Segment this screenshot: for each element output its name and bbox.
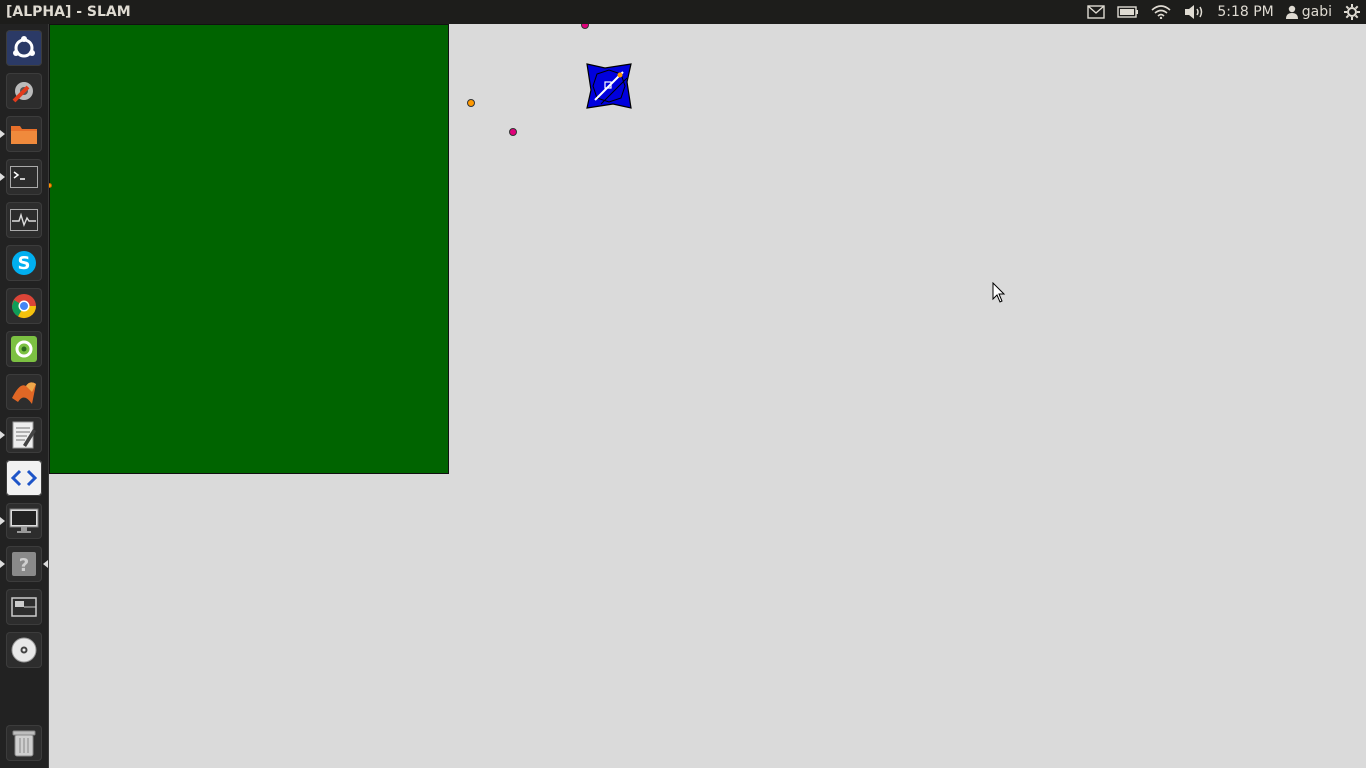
launcher-optical-drive[interactable]: [6, 632, 42, 668]
launcher-running-indicator: [0, 431, 5, 439]
svg-text:S: S: [18, 253, 31, 274]
svg-text:?: ?: [19, 555, 29, 576]
user-name: gabi: [1301, 4, 1332, 20]
clock[interactable]: 5:18 PM: [1211, 0, 1279, 24]
wifi-icon[interactable]: [1145, 0, 1177, 24]
launcher-text-editor[interactable]: [6, 417, 42, 453]
launcher-running-indicator: [0, 560, 5, 568]
launcher-workspace-switcher[interactable]: [6, 589, 42, 625]
battery-icon[interactable]: [1111, 0, 1145, 24]
question-mark-icon: ?: [12, 552, 36, 576]
clock-text: 5:18 PM: [1217, 4, 1274, 20]
disc-icon: [11, 637, 37, 663]
launcher-system-monitor[interactable]: [6, 202, 42, 238]
top-panel: [ALPHA] - SLAM 5:18 PM gabi: [0, 0, 1366, 24]
activity-monitor-icon: [10, 209, 38, 231]
launcher-running-indicator: [0, 517, 5, 525]
launcher-skype[interactable]: S: [6, 245, 42, 281]
launcher-dash-home[interactable]: [6, 30, 42, 66]
user-icon: [1285, 5, 1298, 19]
launcher-code-editor[interactable]: [6, 460, 42, 496]
monitor-icon: [9, 508, 39, 533]
system-tray: 5:18 PM gabi: [1081, 0, 1366, 24]
launcher-app-green[interactable]: [6, 331, 42, 367]
launcher-chrome[interactable]: [6, 288, 42, 324]
volume-icon[interactable]: [1177, 0, 1211, 24]
power-gear-icon[interactable]: [1336, 0, 1366, 24]
launcher-trash[interactable]: [6, 725, 42, 761]
launcher-system-settings[interactable]: [6, 73, 42, 109]
launcher-matlab[interactable]: [6, 374, 42, 410]
skype-icon: S: [12, 251, 36, 275]
mouse-cursor-icon: [992, 282, 1006, 303]
folder-icon: [11, 126, 37, 144]
robot-icon: [586, 63, 632, 109]
chrome-icon: [11, 294, 36, 319]
landmark-marker: [509, 128, 517, 136]
user-menu[interactable]: gabi: [1280, 0, 1336, 24]
code-brackets-icon: [10, 469, 38, 487]
settings-wrench-icon: [12, 82, 33, 103]
launcher-display[interactable]: [6, 503, 42, 539]
green-app-icon: [11, 336, 37, 362]
workspace-icon: [11, 597, 37, 617]
launcher-focus-indicator: [43, 560, 48, 568]
window-title: [ALPHA] - SLAM: [6, 4, 131, 20]
launcher: S ?: [0, 24, 49, 768]
slam-canvas[interactable]: [49, 24, 1366, 768]
launcher-files[interactable]: [6, 116, 42, 152]
map-panel[interactable]: [49, 24, 449, 474]
ubuntu-logo-icon: [13, 36, 35, 58]
terminal-icon: [10, 166, 38, 188]
launcher-unknown-app[interactable]: ?: [6, 546, 42, 582]
text-editor-icon: [12, 421, 36, 449]
launcher-terminal[interactable]: [6, 159, 42, 195]
mail-icon[interactable]: [1081, 0, 1111, 24]
landmark-marker: [581, 24, 589, 29]
trash-icon: [12, 730, 36, 757]
matlab-icon: [12, 382, 36, 404]
launcher-running-indicator: [0, 130, 5, 138]
landmark-marker: [467, 99, 475, 107]
launcher-running-indicator: [0, 173, 5, 181]
